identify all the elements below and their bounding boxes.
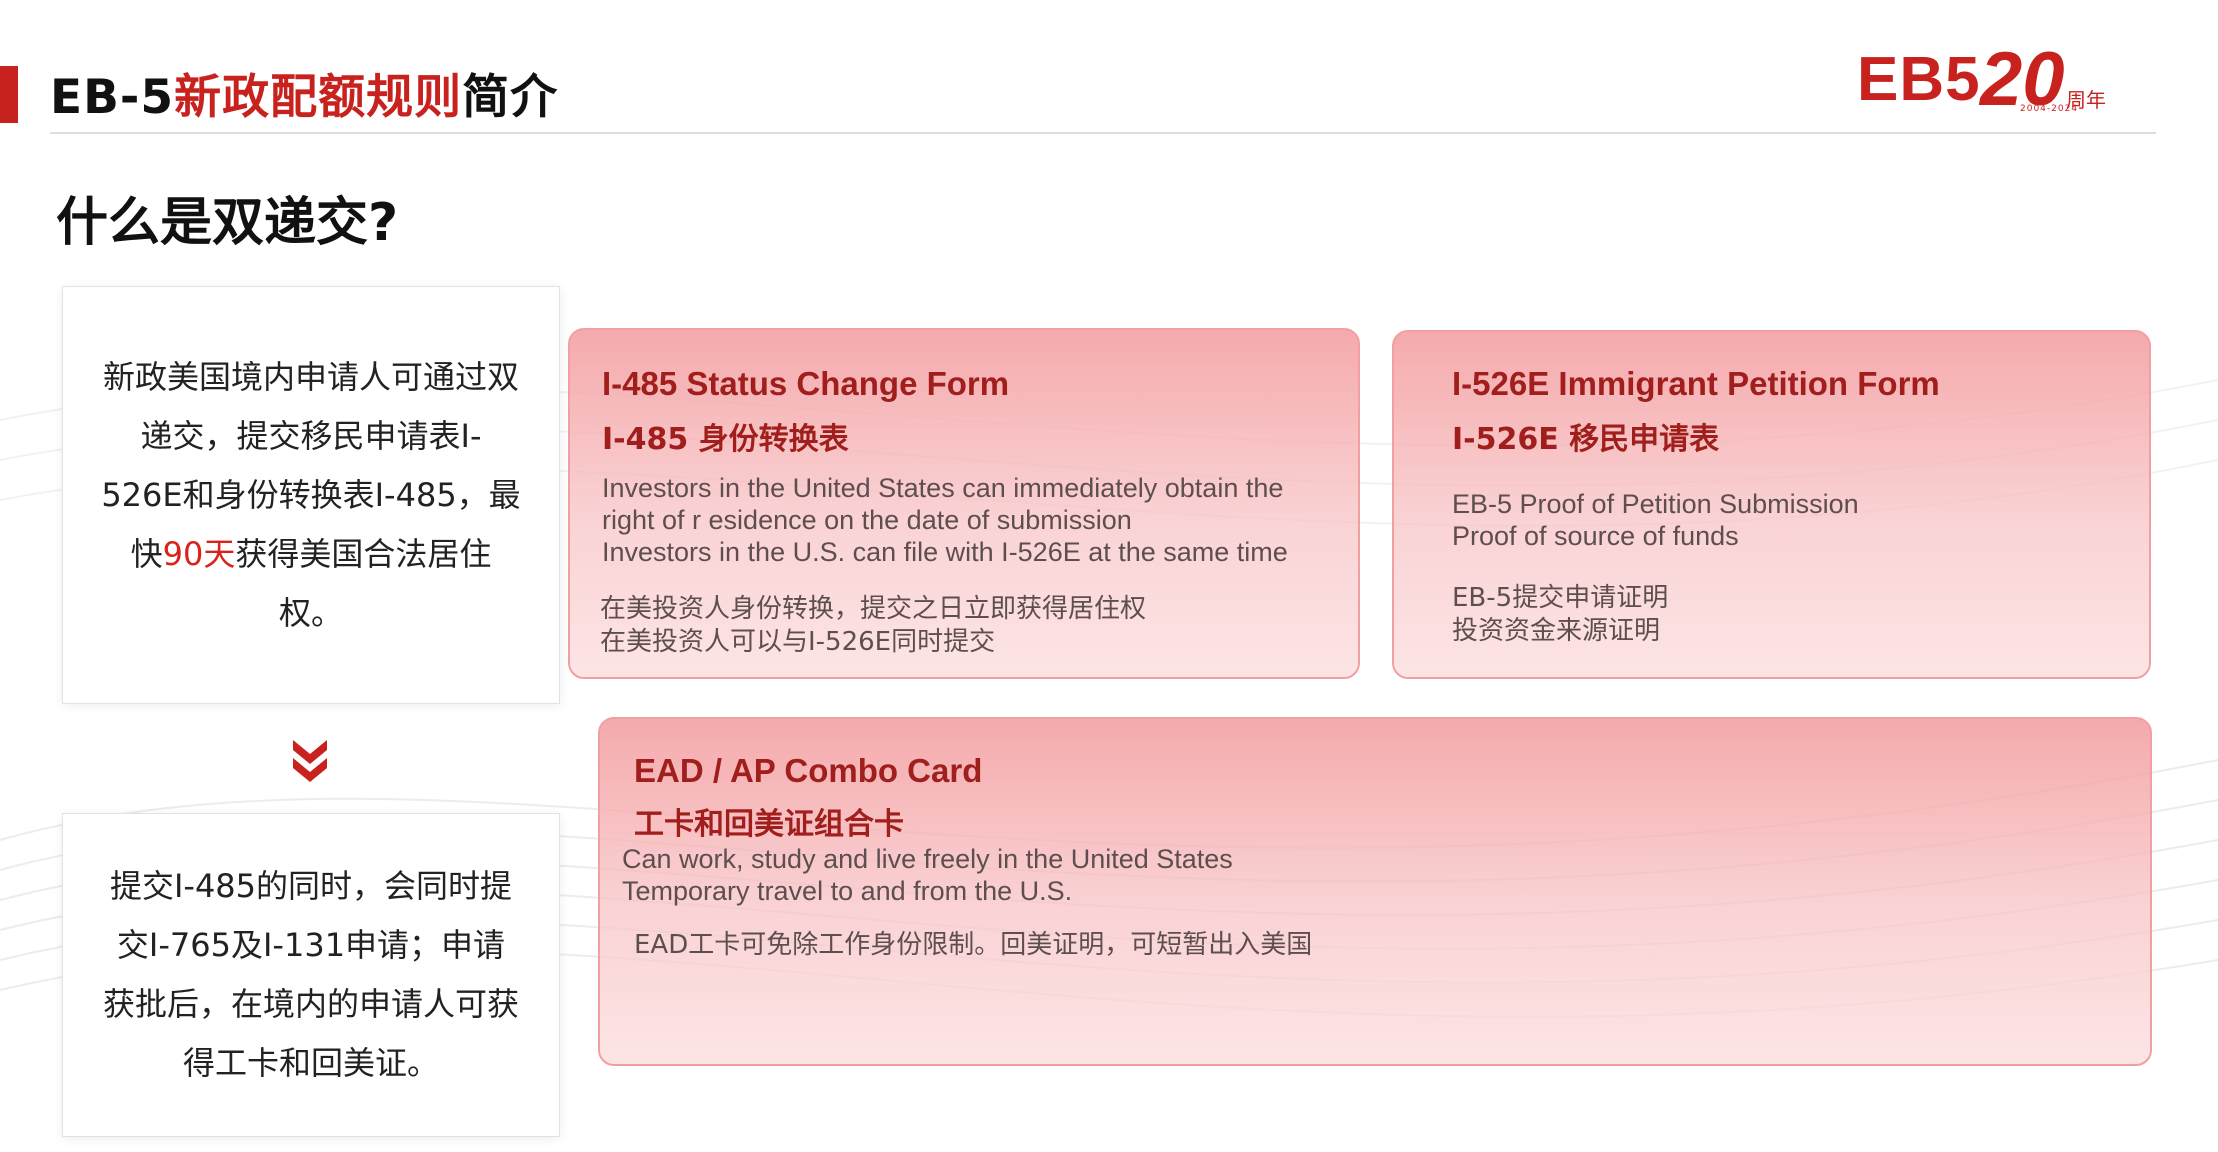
title-divider bbox=[50, 132, 2156, 134]
card-line: Can work, study and live freely in the U… bbox=[622, 844, 1233, 874]
double-chevron-down-icon bbox=[293, 740, 327, 782]
logo-eb5-text: EB5 bbox=[1857, 45, 1981, 114]
card-chinese-lines: EAD工卡可免除工作身份限制。回美证明，可短暂出入美国 bbox=[634, 929, 1312, 962]
card-english-lines: EB-5 Proof of Petition Submission Proof … bbox=[1452, 488, 1859, 552]
card-title-en: I-485 Status Change Form bbox=[602, 365, 1010, 402]
card-title-zh: 工卡和回美证组合卡 bbox=[634, 807, 904, 842]
title-accent-bar bbox=[0, 66, 18, 123]
explanation-highlight-90-days: 90天 bbox=[162, 534, 236, 573]
card-line: EAD工卡可免除工作身份限制。回美证明，可短暂出入美国 bbox=[634, 930, 1313, 960]
eb5-20-years-logo: EB5 20 周年 2004-2024 bbox=[1852, 37, 2112, 122]
dual-filing-explanation-text: 新政美国境内申请人可通过双递交，提交移民申请表I-526E和身份转换表I-485… bbox=[101, 348, 521, 643]
card-english-lines: Investors in the United States can immed… bbox=[602, 472, 1288, 568]
card-line: Investors in the U.S. can file with I-52… bbox=[602, 537, 1288, 567]
card-title-zh: I-526E 移民申请表 bbox=[1452, 422, 1720, 457]
explanation-text-after: 获得美国合法居住权。 bbox=[235, 534, 492, 632]
card-english-lines: Can work, study and live freely in the U… bbox=[622, 843, 1233, 907]
card-i485: I-485 Status Change Form I-485 身份转换表 Inv… bbox=[568, 328, 1360, 679]
card-line: EB-5 Proof of Petition Submission bbox=[1452, 489, 1859, 519]
card-i526e: I-526E Immigrant Petition Form I-526E 移民… bbox=[1392, 330, 2151, 679]
additional-filing-text: 提交I-485的同时，会同时提交I-765及I-131申请；申请获批后，在境内的… bbox=[102, 867, 519, 1082]
card-line: Temporary travel to and from the U.S. bbox=[622, 876, 1073, 906]
card-title-zh: I-485 身份转换表 bbox=[602, 422, 849, 457]
card-chinese-lines: EB-5提交申请证明 投资资金来源证明 bbox=[1452, 582, 1668, 648]
dual-filing-explanation-box: 新政美国境内申请人可通过双递交，提交移民申请表I-526E和身份转换表I-485… bbox=[62, 286, 560, 704]
card-line: EB-5提交申请证明 bbox=[1452, 583, 1669, 613]
card-line: right of r esidence on the date of submi… bbox=[602, 505, 1132, 535]
card-title-en: EAD / AP Combo Card bbox=[634, 752, 983, 789]
card-ead-ap: EAD / AP Combo Card 工卡和回美证组合卡 Can work, … bbox=[598, 717, 2152, 1066]
slide-title: EB-5新政配额规则简介 bbox=[50, 58, 558, 127]
title-part-intro: 简介 bbox=[462, 70, 559, 125]
card-line: 在美投资人身份转换，提交之日立即获得居住权 bbox=[600, 594, 1147, 624]
card-line: 在美投资人可以与I-526E同时提交 bbox=[600, 627, 996, 657]
card-title-en: I-526E Immigrant Petition Form bbox=[1452, 365, 1940, 402]
card-line: Proof of source of funds bbox=[1452, 521, 1739, 551]
title-part-highlight: 新政配额规则 bbox=[174, 70, 463, 125]
additional-filing-box: 提交I-485的同时，会同时提交I-765及I-131申请；申请获批后，在境内的… bbox=[62, 813, 560, 1137]
card-line: 投资资金来源证明 bbox=[1452, 616, 1661, 646]
logo-range-text: 2004-2024 bbox=[2020, 104, 2079, 114]
card-line: Investors in the United States can immed… bbox=[602, 473, 1284, 503]
card-chinese-lines: 在美投资人身份转换，提交之日立即获得居住权 在美投资人可以与I-526E同时提交 bbox=[600, 593, 1146, 659]
section-heading: 什么是双递交? bbox=[56, 193, 399, 253]
title-part-eb5: EB-5 bbox=[50, 70, 175, 125]
